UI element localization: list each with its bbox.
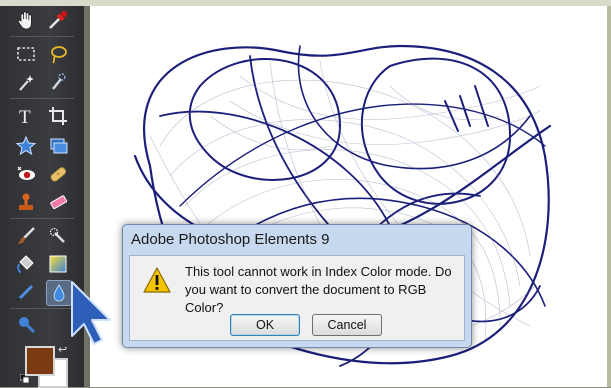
- convert-mode-dialog: Adobe Photoshop Elements 9 This tool can…: [122, 224, 472, 348]
- healing-brush-tool[interactable]: [46, 162, 70, 186]
- gradient-tool[interactable]: [46, 252, 70, 276]
- canvas-border: [607, 6, 611, 387]
- brush-tool[interactable]: [14, 224, 38, 248]
- clone-stamp-tool-icon: [19, 193, 33, 210]
- red-eye-tool-icon: [17, 166, 35, 180]
- dialog-title: Adobe Photoshop Elements 9: [131, 231, 330, 248]
- marquee-tool[interactable]: [14, 42, 38, 66]
- dialog-body: This tool cannot work in Index Color mod…: [129, 255, 465, 341]
- cookie-cutter-tool[interactable]: [14, 134, 38, 158]
- ok-button[interactable]: OK: [230, 314, 300, 336]
- hand-tool-icon: [17, 11, 32, 30]
- crop-tool-icon: [49, 107, 67, 125]
- eyedropper-tool[interactable]: [46, 8, 70, 32]
- red-eye-tool[interactable]: [14, 162, 38, 186]
- eraser-tool[interactable]: [46, 190, 70, 214]
- foreground-color-swatch[interactable]: [25, 346, 55, 376]
- cookie-cutter-tool-icon: [15, 135, 37, 156]
- cancel-button[interactable]: Cancel: [312, 314, 382, 336]
- mouse-cursor-icon: [71, 281, 111, 345]
- swap-colors-icon[interactable]: ↩: [58, 343, 67, 356]
- magic-wand-tool-icon: [19, 75, 34, 91]
- type-tool-icon: T: [19, 107, 31, 127]
- paint-bucket-tool[interactable]: [14, 252, 38, 276]
- warning-icon: [143, 267, 171, 293]
- gradient-tool-icon: [49, 255, 67, 273]
- crop-tool[interactable]: [46, 104, 70, 128]
- smart-brush-tool-icon: [49, 227, 65, 243]
- toolbox-separator: [10, 308, 74, 309]
- svg-text:T: T: [19, 107, 31, 127]
- pencil-tool-icon: [17, 284, 34, 301]
- straighten-tool-icon: [50, 138, 68, 154]
- smart-brush-tool[interactable]: [46, 224, 70, 248]
- straighten-tool[interactable]: [46, 134, 70, 158]
- marquee-tool-icon: [17, 47, 35, 61]
- lasso-tool-icon: [51, 46, 67, 64]
- eyedropper-tool-icon: [49, 10, 68, 29]
- toolbox-separator: [10, 218, 74, 219]
- quick-selection-tool[interactable]: [46, 70, 70, 94]
- toolbox-separator: [10, 36, 74, 37]
- hand-tool[interactable]: [14, 8, 38, 32]
- magic-wand-tool[interactable]: [14, 70, 38, 94]
- type-tool[interactable]: T: [14, 104, 38, 128]
- brush-tool-icon: [18, 227, 35, 244]
- blur-tool-icon: [53, 284, 65, 302]
- eraser-tool-icon: [50, 195, 68, 210]
- sponge-tool-icon: [19, 317, 36, 334]
- toolbox-separator: [10, 98, 74, 99]
- dialog-message: This tool cannot work in Index Color mod…: [185, 264, 452, 315]
- clone-stamp-tool[interactable]: [14, 190, 38, 214]
- lasso-tool[interactable]: [46, 42, 70, 66]
- healing-brush-tool-icon: [50, 167, 66, 182]
- paint-bucket-tool-icon: [17, 255, 34, 273]
- pencil-tool[interactable]: [14, 280, 38, 304]
- quick-selection-tool-icon: [52, 73, 66, 90]
- sponge-tool[interactable]: [14, 312, 38, 336]
